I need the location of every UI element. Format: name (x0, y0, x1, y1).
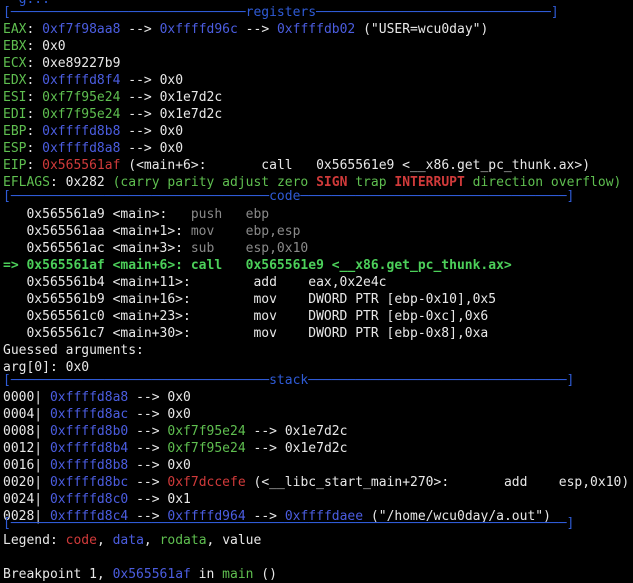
code-line: 0x565561aa <main+1>: mov ebp,esp (3, 224, 301, 239)
code-line: 0x565561ac <main+3>: sub esp,0x10 (3, 241, 309, 256)
code-line-current: => 0x565561af <main+6>: call 0x565561e9 … (3, 258, 512, 273)
stack-row: 0008| 0xffffd8b0 --> 0xf7f95e24 --> 0x1e… (3, 424, 348, 439)
stack-row: 0016| 0xffffd8b8 --> 0x0 (3, 458, 191, 473)
code-line: 0x565561c0 <main+23>: mov DWORD PTR [ebp… (3, 309, 489, 324)
register-ebp: EBP: 0xffffd8b8 --> 0x0 (3, 124, 184, 139)
register-edx: EDX: 0xffffd8f4 --> 0x0 (3, 73, 184, 88)
code-separator: [─────────────────────────────────code──… (3, 189, 575, 204)
stack-separator: [─────────────────────────────────stack─… (3, 373, 575, 388)
stack-row: 0012| 0xffffd8b4 --> 0xf7f95e24 --> 0x1e… (3, 441, 348, 456)
register-ecx: ECX: 0xe89227b9 (3, 56, 121, 71)
end-separator: [───────────────────────────────────────… (3, 516, 575, 531)
code-line: 0x565561a9 <main>: push ebp (3, 207, 270, 222)
legend: Legend: code, data, rodata, value (3, 533, 262, 548)
register-edi: EDI: 0xf7f95e24 --> 0x1e7d2c (3, 107, 223, 122)
breakpoint-line: Breakpoint 1, 0x565561af in main () (3, 567, 277, 582)
stack-row: 0004| 0xffffd8ac --> 0x0 (3, 407, 191, 422)
registers-separator: [──────────────────────────────registers… (3, 5, 559, 20)
register-eax: EAX: 0xf7f98aa8 --> 0xffffd96c --> 0xfff… (3, 22, 489, 37)
reg-name: EAX (3, 22, 27, 37)
stack-row: 0024| 0xffffd8c0 --> 0x1 (3, 492, 191, 507)
register-esi: ESI: 0xf7f95e24 --> 0x1e7d2c (3, 90, 223, 105)
register-ebx: EBX: 0x0 (3, 39, 66, 54)
code-line: 0x565561c7 <main+30>: mov DWORD PTR [ebp… (3, 326, 489, 341)
guessed-arguments-title: Guessed arguments: (3, 343, 144, 358)
stack-row: 0000| 0xffffd8a8 --> 0x0 (3, 390, 191, 405)
code-line: 0x565561b4 <main+11>: add eax,0x2e4c (3, 275, 387, 290)
code-line: 0x565561b9 <main+16>: mov DWORD PTR [ebp… (3, 292, 497, 307)
register-esp: ESP: 0xffffd8a8 --> 0x0 (3, 141, 184, 156)
terminal[interactable]: ──g... [──────────────────────────────re… (0, 0, 633, 582)
register-eip: EIP: 0x565561af (<main+6>: call 0x565561… (3, 158, 591, 173)
stack-row: 0020| 0xffffd8bc --> 0xf7dccefe (<__libc… (3, 475, 630, 490)
